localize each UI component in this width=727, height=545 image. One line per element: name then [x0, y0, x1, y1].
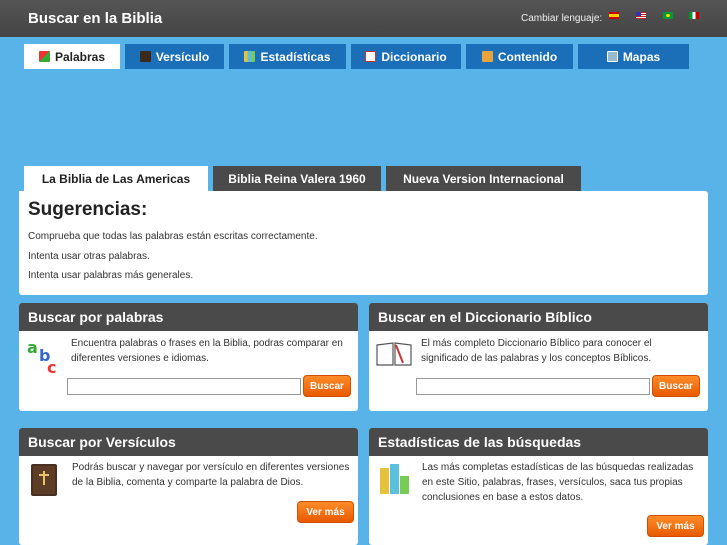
- search-words-description: Encuentra palabras o frases en la Biblia…: [71, 338, 343, 364]
- suggestion-item: Intenta usar otras palabras.: [28, 251, 150, 262]
- stats-box: Estadísticas de las búsquedas Las más co…: [369, 428, 708, 545]
- search-words-input[interactable]: [67, 378, 301, 395]
- svg-text:a: a: [27, 338, 38, 357]
- suggestion-item: Intenta usar palabras más generales.: [28, 270, 194, 281]
- dictionary-title: Buscar en el Diccionario Bíblico: [369, 303, 708, 331]
- open-book-icon: [365, 51, 377, 62]
- suggestions-panel: Sugerencias: Comprueba que todas las pal…: [19, 191, 708, 295]
- svg-text:c: c: [47, 358, 56, 375]
- tab-palabras[interactable]: Palabras: [24, 44, 120, 69]
- tab-label: Contenido: [497, 49, 558, 64]
- book-icon: [139, 51, 151, 62]
- verses-description: Podrás buscar y navegar por versículo en…: [72, 462, 350, 488]
- bar-chart-icon: [244, 51, 256, 62]
- tab-diccionario[interactable]: Diccionario: [351, 44, 461, 69]
- suggestions-title: Sugerencias:: [28, 199, 148, 220]
- tab-label: Mapas: [622, 49, 661, 64]
- flag-br-icon[interactable]: [663, 12, 673, 19]
- abc-icon: a b c: [27, 338, 56, 375]
- verses-more-button[interactable]: Ver más: [297, 501, 354, 523]
- site-title[interactable]: Buscar en la Biblia: [28, 10, 162, 27]
- dictionary-box: Buscar en el Diccionario Bíblico El más …: [369, 303, 708, 411]
- dictionary-search-button[interactable]: Buscar: [652, 375, 700, 397]
- tab-contenido[interactable]: Contenido: [466, 44, 573, 69]
- suggestion-item: Comprueba que todas las palabras están e…: [28, 231, 318, 242]
- tab-label: Palabras: [54, 49, 106, 64]
- verses-box: Buscar por Versículos Podrás buscar y na…: [19, 428, 358, 545]
- tab-version-rvr1960[interactable]: Biblia Reina Valera 1960: [213, 166, 381, 191]
- tab-version-nvi[interactable]: Nueva Version Internacional: [386, 166, 581, 191]
- flag-es-icon[interactable]: [609, 12, 619, 19]
- tab-version-lbla[interactable]: La Biblia de Las Americas: [24, 166, 208, 192]
- verses-title: Buscar por Versículos: [19, 428, 358, 456]
- tab-label: Versículo: [155, 49, 210, 64]
- top-bar: Buscar en la Biblia Cambiar lenguaje:: [0, 0, 727, 37]
- abc-icon: [38, 51, 50, 62]
- open-book-icon: [376, 342, 412, 366]
- search-words-title: Buscar por palabras: [19, 303, 358, 331]
- dictionary-search-input[interactable]: [416, 378, 650, 395]
- tab-versiculo[interactable]: Versículo: [125, 44, 224, 69]
- tab-mapas[interactable]: Mapas: [578, 44, 689, 69]
- language-label: Cambiar lenguaje:: [521, 13, 603, 24]
- stats-more-button[interactable]: Ver más: [647, 515, 704, 537]
- dictionary-description: El más completo Diccionario Bíblico para…: [421, 338, 652, 364]
- tab-estadisticas[interactable]: Estadísticas: [229, 44, 346, 69]
- bible-icon: [31, 464, 57, 496]
- stats-description: Las más completas estadísticas de las bú…: [422, 462, 694, 503]
- map-icon: [606, 51, 618, 62]
- search-words-button[interactable]: Buscar: [303, 375, 351, 397]
- search-words-box: Buscar por palabras a b c Encuentra pala…: [19, 303, 358, 411]
- bar-chart-icon: [380, 464, 409, 494]
- flag-it-icon[interactable]: [689, 12, 699, 19]
- tab-label: Diccionario: [381, 49, 447, 64]
- tab-label: Estadísticas: [260, 49, 331, 64]
- flag-us-icon[interactable]: [636, 12, 646, 19]
- box-icon: [481, 51, 493, 62]
- stats-title: Estadísticas de las búsquedas: [369, 428, 708, 456]
